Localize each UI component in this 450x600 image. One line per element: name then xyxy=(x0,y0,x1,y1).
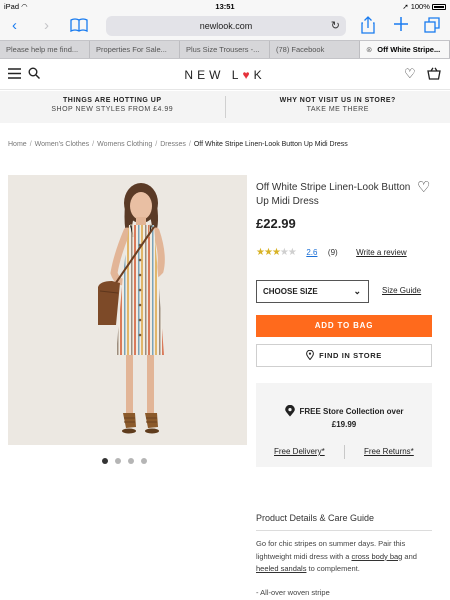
free-collection-panel: FREE Store Collection over £19.99 Free D… xyxy=(256,383,432,467)
browser-tab[interactable]: Plus Size Trousers -... xyxy=(180,41,270,58)
cross-body-bag-link[interactable]: cross body bag xyxy=(351,552,402,561)
browser-tab[interactable]: (78) Facebook xyxy=(270,41,360,58)
close-tab-icon[interactable]: ⊗ xyxy=(366,45,372,54)
saved-items-heart-icon[interactable]: ♡ xyxy=(404,66,416,82)
promo-new-styles[interactable]: THINGS ARE HOTTING UP SHOP NEW STYLES FR… xyxy=(0,91,225,123)
browser-tab[interactable]: Please help me find... xyxy=(0,41,90,58)
tabs-overview-icon[interactable] xyxy=(424,17,440,35)
write-review-link[interactable]: Write a review xyxy=(356,248,407,257)
product-image[interactable] xyxy=(8,175,247,445)
promo-visit-store[interactable]: WHY NOT VISIT US IN STORE? TAKE ME THERE xyxy=(224,96,450,118)
status-bar: iPad ◠ 13:51 ➚ 100% xyxy=(0,0,450,12)
battery-icon xyxy=(432,4,446,10)
bookmarks-icon[interactable] xyxy=(70,18,88,34)
rating-stars-icon: ★★★★★ xyxy=(256,247,297,258)
image-carousel-dots xyxy=(102,456,154,466)
browser-toolbar: ‹ › newlook.com ↻ xyxy=(0,12,450,40)
size-guide-link[interactable]: Size Guide xyxy=(382,286,421,295)
review-count: (9) xyxy=(327,248,338,257)
clock: 13:51 xyxy=(215,2,235,11)
browser-tab[interactable]: Properties For Sale... xyxy=(90,41,180,58)
product-title: Off White Stripe Linen-Look Button Up Mi… xyxy=(256,182,411,207)
chevron-down-icon: ⌄ xyxy=(353,286,361,296)
back-arrow-icon[interactable]: ‹ xyxy=(12,17,17,34)
add-to-bag-button[interactable]: ADD TO BAG xyxy=(256,315,432,337)
share-icon[interactable] xyxy=(361,16,375,36)
location-pin-icon xyxy=(306,347,315,368)
breadcrumb-link[interactable]: Womens Clothing xyxy=(97,141,152,148)
breadcrumb: Home / Women's Clothes / Womens Clothing / Dre… xyxy=(8,141,348,148)
carousel-dot[interactable] xyxy=(115,458,121,464)
carousel-dot[interactable] xyxy=(128,458,134,464)
promo-banner: THINGS ARE HOTTING UP SHOP NEW STYLES FR… xyxy=(0,91,450,123)
rating-row: ★★★★★ 2.6 (9) Write a review xyxy=(256,247,407,258)
new-tab-icon[interactable] xyxy=(393,16,409,34)
site-header: NEW L♥K ♡ xyxy=(0,60,450,90)
url-text: newlook.com xyxy=(199,21,253,31)
reload-icon[interactable]: ↻ xyxy=(331,16,340,36)
product-details-heading[interactable]: Product Details & Care Guide xyxy=(256,513,374,523)
product-description: Go for chic stripes on summer days. Pair… xyxy=(256,539,417,573)
new-look-logo[interactable]: NEW L♥K xyxy=(0,68,450,82)
breadcrumb-current: Off White Stripe Linen-Look Button Up Mi… xyxy=(193,141,348,148)
collection-line: FREE Store Collection over xyxy=(256,404,432,419)
basket-icon[interactable] xyxy=(427,67,441,82)
detail-bullet: - All-over woven stripe xyxy=(256,588,330,597)
browser-tab-active[interactable]: ⊗ Off White Stripe... xyxy=(360,41,450,58)
forward-arrow-icon[interactable]: › xyxy=(44,17,49,34)
product-price: £22.99 xyxy=(256,216,296,231)
divider xyxy=(256,530,432,531)
collection-threshold: £19.99 xyxy=(331,420,357,429)
wishlist-heart-icon[interactable]: ♡ xyxy=(417,178,430,196)
battery-indicator: ➚ 100% xyxy=(402,2,446,11)
size-select[interactable]: CHOOSE SIZE ⌄ xyxy=(256,280,369,303)
carousel-dot[interactable] xyxy=(102,458,108,464)
carousel-dot[interactable] xyxy=(141,458,147,464)
rating-value-link[interactable]: 2.6 xyxy=(306,248,317,257)
divider xyxy=(344,445,345,459)
heeled-sandals-link[interactable]: heeled sandals xyxy=(256,564,306,573)
find-in-store-button[interactable]: FIND IN STORE xyxy=(256,344,432,367)
free-delivery-link[interactable]: Free Delivery* xyxy=(274,447,325,456)
free-returns-link[interactable]: Free Returns* xyxy=(364,447,414,456)
breadcrumb-link[interactable]: Women's Clothes xyxy=(35,141,90,148)
breadcrumb-link[interactable]: Home xyxy=(8,141,27,148)
address-bar[interactable]: newlook.com ↻ xyxy=(106,16,346,36)
breadcrumb-link[interactable]: Dresses xyxy=(160,141,186,148)
store-pin-icon xyxy=(284,404,296,419)
browser-tabs: Please help me find... Properties For Sa… xyxy=(0,40,450,59)
